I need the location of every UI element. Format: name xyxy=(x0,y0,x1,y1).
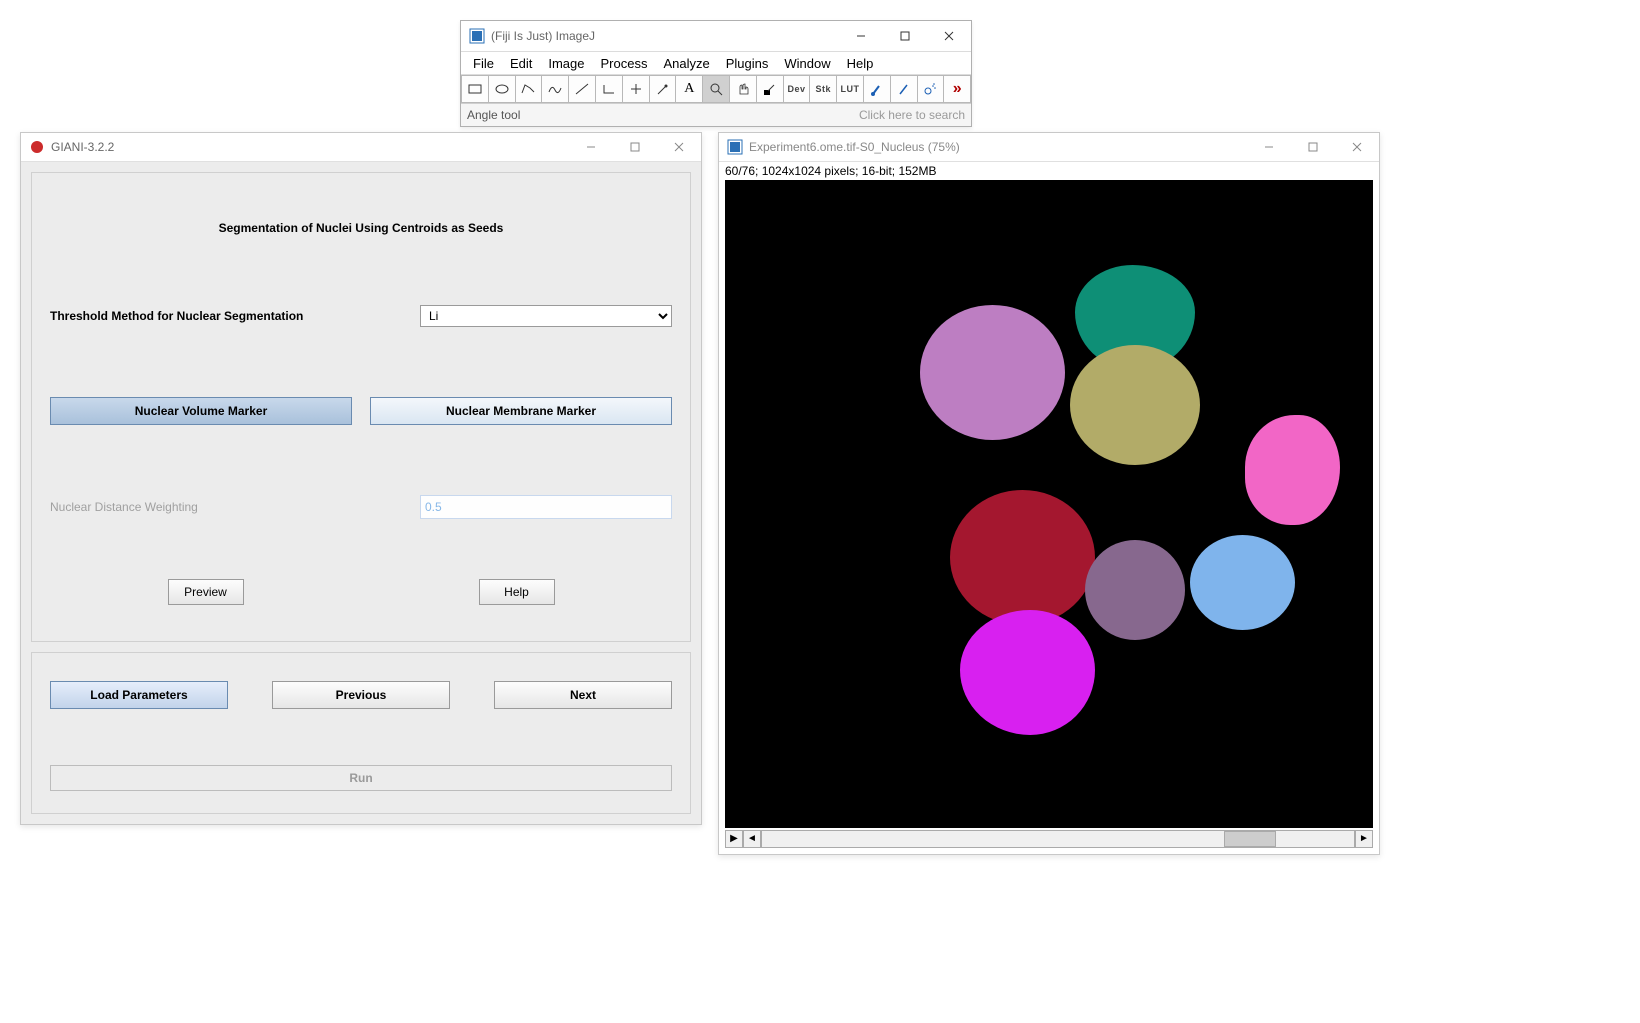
giani-body: Segmentation of Nuclei Using Centroids a… xyxy=(21,162,701,824)
scroll-play-icon[interactable]: ▶ xyxy=(725,830,743,848)
text-tool-icon[interactable]: A xyxy=(675,75,702,103)
giani-lower-panel: Load Parameters Previous Next Run xyxy=(31,652,691,814)
nuclear-membrane-marker-button[interactable]: Nuclear Membrane Marker xyxy=(370,397,672,425)
panel-heading: Segmentation of Nuclei Using Centroids a… xyxy=(50,221,672,235)
dev-tool-button[interactable]: Dev xyxy=(783,75,810,103)
polygon-tool-icon[interactable] xyxy=(515,75,542,103)
threshold-row: Threshold Method for Nuclear Segmentatio… xyxy=(50,305,672,327)
scroll-right-arrow-icon[interactable]: ► xyxy=(1355,830,1373,848)
window-controls xyxy=(839,21,971,51)
maximize-button[interactable] xyxy=(613,133,657,161)
menu-plugins[interactable]: Plugins xyxy=(718,54,777,73)
close-button[interactable] xyxy=(927,21,971,51)
nucleus-blob xyxy=(1190,535,1295,630)
nuclear-volume-marker-button[interactable]: Nuclear Volume Marker xyxy=(50,397,352,425)
image-result-window: Experiment6.ome.tif-S0_Nucleus (75%) 60/… xyxy=(718,132,1380,855)
menu-file[interactable]: File xyxy=(465,54,502,73)
menu-help[interactable]: Help xyxy=(839,54,882,73)
more-tools-icon[interactable]: » xyxy=(943,75,971,103)
image-window-controls xyxy=(1247,133,1379,161)
wand-tool-icon[interactable] xyxy=(649,75,676,103)
giani-upper-panel: Segmentation of Nuclei Using Centroids a… xyxy=(31,172,691,642)
scroll-left-arrow-icon[interactable]: ◄ xyxy=(743,830,761,848)
distance-weighting-input xyxy=(420,495,672,519)
nucleus-blob xyxy=(960,610,1095,735)
giani-app-icon xyxy=(29,139,45,155)
menu-edit[interactable]: Edit xyxy=(502,54,540,73)
image-canvas[interactable] xyxy=(725,180,1373,828)
angle-tool-icon[interactable] xyxy=(595,75,622,103)
image-titlebar[interactable]: Experiment6.ome.tif-S0_Nucleus (75%) xyxy=(719,133,1379,162)
magnifier-tool-icon[interactable] xyxy=(702,75,729,103)
preview-help-row: Preview Help xyxy=(50,579,672,605)
status-left-text: Angle tool xyxy=(467,108,859,122)
fiji-menubar: File Edit Image Process Analyze Plugins … xyxy=(461,52,971,75)
hand-tool-icon[interactable] xyxy=(729,75,756,103)
menu-image[interactable]: Image xyxy=(540,54,592,73)
maximize-button[interactable] xyxy=(1291,133,1335,161)
image-title-text: Experiment6.ome.tif-S0_Nucleus (75%) xyxy=(749,140,1247,154)
brush-tool-icon[interactable] xyxy=(863,75,890,103)
fiji-toolbar: A Dev Stk LUT » xyxy=(461,75,971,104)
imagej-doc-icon xyxy=(727,139,743,155)
preview-button[interactable]: Preview xyxy=(168,579,244,605)
distance-row: Nuclear Distance Weighting xyxy=(50,495,672,519)
point-tool-icon[interactable] xyxy=(622,75,649,103)
fiji-statusbar: Angle tool Click here to search xyxy=(461,104,971,126)
threshold-label: Threshold Method for Nuclear Segmentatio… xyxy=(50,309,420,323)
stk-tool-button[interactable]: Stk xyxy=(809,75,836,103)
search-hint-text[interactable]: Click here to search xyxy=(859,108,965,122)
spray-tool-icon[interactable] xyxy=(917,75,944,103)
minimize-button[interactable] xyxy=(569,133,613,161)
help-button[interactable]: Help xyxy=(479,579,555,605)
nucleus-blob xyxy=(1085,540,1185,640)
lut-tool-button[interactable]: LUT xyxy=(836,75,863,103)
marker-row: Nuclear Volume Marker Nuclear Membrane M… xyxy=(50,397,672,425)
load-parameters-button[interactable]: Load Parameters xyxy=(50,681,228,709)
fiji-titlebar[interactable]: (Fiji Is Just) ImageJ xyxy=(461,21,971,52)
menu-analyze[interactable]: Analyze xyxy=(655,54,717,73)
fiji-title-text: (Fiji Is Just) ImageJ xyxy=(491,29,839,43)
rectangle-tool-icon[interactable] xyxy=(461,75,488,103)
fiji-app-icon xyxy=(469,28,485,44)
line-tool-icon[interactable] xyxy=(568,75,595,103)
nav-row: Load Parameters Previous Next xyxy=(50,681,672,709)
freehand-tool-icon[interactable] xyxy=(541,75,568,103)
nucleus-blob xyxy=(920,305,1065,440)
close-button[interactable] xyxy=(657,133,701,161)
pencil-tool-icon[interactable] xyxy=(890,75,917,103)
threshold-method-select[interactable]: Li xyxy=(420,305,672,327)
giani-titlebar[interactable]: GIANI-3.2.2 xyxy=(21,133,701,162)
scroll-thumb[interactable] xyxy=(1224,831,1276,847)
menu-process[interactable]: Process xyxy=(593,54,656,73)
next-button[interactable]: Next xyxy=(494,681,672,709)
color-picker-tool-icon[interactable] xyxy=(756,75,783,103)
maximize-button[interactable] xyxy=(883,21,927,51)
giani-window: GIANI-3.2.2 Segmentation of Nuclei Using… xyxy=(20,132,702,825)
minimize-button[interactable] xyxy=(1247,133,1291,161)
previous-button[interactable]: Previous xyxy=(272,681,450,709)
image-meta-text: 60/76; 1024x1024 pixels; 16-bit; 152MB xyxy=(719,162,1379,180)
scroll-track[interactable] xyxy=(761,830,1355,848)
fiji-main-window: (Fiji Is Just) ImageJ File Edit Image Pr… xyxy=(460,20,972,127)
nucleus-blob xyxy=(950,490,1095,625)
giani-window-controls xyxy=(569,133,701,161)
oval-tool-icon[interactable] xyxy=(488,75,515,103)
minimize-button[interactable] xyxy=(839,21,883,51)
menu-window[interactable]: Window xyxy=(776,54,838,73)
nucleus-blob xyxy=(1070,345,1200,465)
close-button[interactable] xyxy=(1335,133,1379,161)
slice-scrollbar[interactable]: ▶ ◄ ► xyxy=(725,830,1373,848)
nucleus-blob xyxy=(1245,415,1340,525)
run-button: Run xyxy=(50,765,672,791)
giani-title-text: GIANI-3.2.2 xyxy=(51,140,569,154)
distance-weighting-label: Nuclear Distance Weighting xyxy=(50,500,420,514)
